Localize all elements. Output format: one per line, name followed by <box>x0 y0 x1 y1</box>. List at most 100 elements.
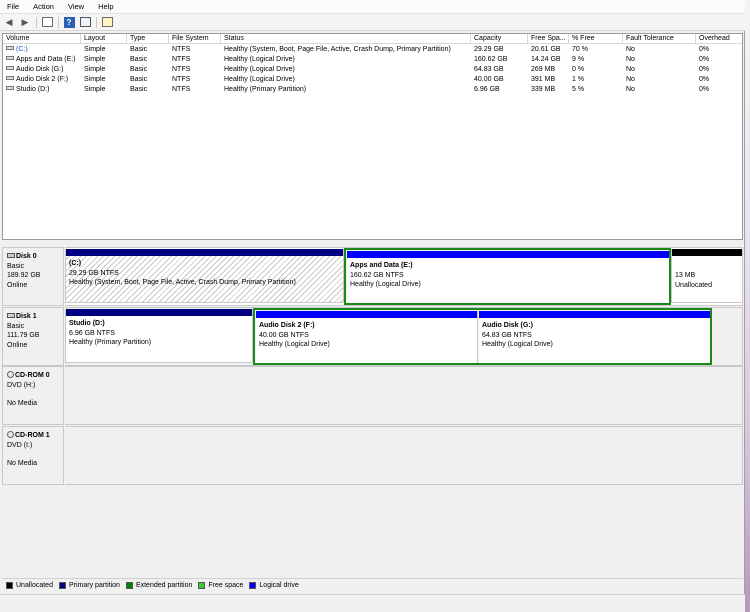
partition-text: (C:) 29.29 GB NTFS Healthy (System, Boot… <box>69 259 296 288</box>
volume-name: Audio Disk (G:) <box>16 66 64 73</box>
forward-arrow-icon[interactable]: ▶ <box>19 16 31 28</box>
logical-drive-bar <box>347 251 669 258</box>
column-header-volume[interactable]: Volume <box>3 34 81 44</box>
volume-row[interactable]: Audio Disk 2 (F:) Simple Basic NTFS Heal… <box>3 75 742 85</box>
primary-partition-bar <box>66 249 343 256</box>
menu-action[interactable]: Action <box>26 0 61 14</box>
help-icon[interactable]: ? <box>63 16 75 28</box>
menu-help[interactable]: Help <box>91 0 120 14</box>
logical-drive-bar <box>256 311 477 318</box>
disk-map-pane: Disk 0 Basic 189.92 GB Online (C:) 29.29… <box>2 244 743 584</box>
partition-status: Unallocated <box>675 281 712 289</box>
volume-name-cell: Apps and Data (E:) <box>3 55 81 65</box>
partition-status: Healthy (Logical Drive) <box>482 341 553 348</box>
unallocated-bar <box>672 249 742 256</box>
disk-row: CD-ROM 1 DVD (I:) No Media <box>2 426 743 486</box>
volume-list-header: Volume Layout Type File System Status Ca… <box>3 34 742 44</box>
layout-cell: Simple <box>84 86 106 93</box>
disk-type: Basic <box>7 322 25 330</box>
partition-d[interactable]: Studio (D:) 6.96 GB NTFS Healthy (Primar… <box>65 309 253 363</box>
partition-g[interactable]: Audio Disk (G:) 64.83 GB NTFS Healthy (L… <box>479 311 710 363</box>
volume-row[interactable]: Audio Disk (G:) Simple Basic NTFS Health… <box>3 65 742 75</box>
fault-tolerance-cell: No <box>626 76 635 83</box>
status-cell: Healthy (Logical Drive) <box>224 56 295 63</box>
overhead-cell: 0% <box>699 76 710 83</box>
volume-row[interactable]: Studio (D:) Simple Basic NTFS Healthy (P… <box>3 85 742 95</box>
legend-label: Unallocated <box>16 582 53 589</box>
layout-cell: Simple <box>84 76 106 83</box>
column-header-percent-free[interactable]: % Free <box>569 34 623 44</box>
partition-size: 6.96 GB NTFS <box>69 329 115 337</box>
status-cell: Healthy (System, Boot, Page File, Active… <box>224 46 451 53</box>
column-header-fault-tolerance[interactable]: Fault Tolerance <box>623 34 696 44</box>
status-cell: Healthy (Primary Partition) <box>224 86 307 93</box>
partition-status: Healthy (Logical Drive) <box>350 281 421 288</box>
disk-type: Basic <box>7 262 25 270</box>
column-header-free-space[interactable]: Free Spa... <box>528 34 569 44</box>
volume-list: Volume Layout Type File System Status Ca… <box>2 33 743 240</box>
layout-cell: Simple <box>84 56 106 63</box>
partition-name: Apps and Data (E:) <box>350 262 413 269</box>
free-space-cell: 269 MB <box>531 66 556 73</box>
drive-icon <box>6 46 14 50</box>
volume-row[interactable]: Apps and Data (E:) Simple Basic NTFS Hea… <box>3 55 742 65</box>
drive-icon <box>6 56 14 60</box>
status-cell: Healthy (Logical Drive) <box>224 66 295 73</box>
back-arrow-icon[interactable]: ◀ <box>3 16 15 28</box>
partition-name: (C:) <box>69 260 82 267</box>
unallocated-space[interactable]: 13 MB Unallocated <box>671 249 743 303</box>
volume-name-cell: Audio Disk 2 (F:) <box>3 75 81 85</box>
volume-name: (C:) <box>16 46 28 53</box>
column-header-capacity[interactable]: Capacity <box>471 34 528 44</box>
type-cell: Basic <box>130 86 148 93</box>
column-header-status[interactable]: Status <box>221 34 471 44</box>
free-space-cell: 20.61 GB <box>531 46 561 53</box>
overhead-cell: 0% <box>699 86 710 93</box>
menu-file[interactable]: File <box>0 0 26 14</box>
fault-tolerance-cell: No <box>626 56 635 63</box>
column-header-overhead[interactable]: Overhead <box>696 34 742 44</box>
logical-drive-bar <box>479 311 710 318</box>
disk-name: CD-ROM 1 <box>15 432 50 439</box>
column-header-file-system[interactable]: File System <box>169 34 221 44</box>
partition-size: 29.29 GB NTFS <box>69 269 119 277</box>
partition-name: Audio Disk (G:) <box>482 322 533 329</box>
disk-type: DVD (I:) <box>7 441 33 449</box>
disk-label[interactable]: CD-ROM 0 DVD (H:) No Media <box>2 366 64 425</box>
fault-tolerance-cell: No <box>626 86 635 93</box>
disk-status: No Media <box>7 460 37 467</box>
disk-label[interactable]: Disk 1 Basic 111.79 GB Online <box>2 307 64 366</box>
disk-settings-icon[interactable] <box>101 16 113 28</box>
partition-status: Healthy (System, Boot, Page File, Active… <box>69 279 296 286</box>
column-header-type[interactable]: Type <box>127 34 169 44</box>
drive-icon <box>6 86 14 90</box>
column-header-layout[interactable]: Layout <box>81 34 127 44</box>
drive-icon <box>6 76 14 80</box>
partition-e[interactable]: Apps and Data (E:) 160.62 GB NTFS Health… <box>347 251 669 303</box>
layout-cell: Simple <box>84 46 106 53</box>
partition-text: Audio Disk (G:) 64.83 GB NTFS Healthy (L… <box>482 321 553 350</box>
file-system-cell: NTFS <box>172 46 191 53</box>
disk-label[interactable]: Disk 0 Basic 189.92 GB Online <box>2 247 64 306</box>
type-cell: Basic <box>130 56 148 63</box>
properties-icon[interactable] <box>79 16 91 28</box>
partition-c[interactable]: (C:) 29.29 GB NTFS Healthy (System, Boot… <box>65 249 344 303</box>
partition-f[interactable]: Audio Disk 2 (F:) 40.00 GB NTFS Healthy … <box>256 311 478 363</box>
toolbar-separator <box>36 16 37 28</box>
legend-item: Logical drive <box>249 582 299 589</box>
primary-partition-bar <box>66 309 252 316</box>
volume-name-cell: (C:) <box>3 45 81 55</box>
disk-name: Disk 0 <box>16 253 37 260</box>
overhead-cell: 0% <box>699 66 710 73</box>
console-tree-icon[interactable] <box>41 16 53 28</box>
menu-view[interactable]: View <box>61 0 91 14</box>
legend-label: Extended partition <box>135 582 193 589</box>
disk-label[interactable]: CD-ROM 1 DVD (I:) No Media <box>2 426 64 485</box>
overhead-cell: 0% <box>699 56 710 63</box>
disk-partition-area <box>65 426 743 485</box>
hard-disk-icon <box>7 313 15 318</box>
volume-row[interactable]: (C:) Simple Basic NTFS Healthy (System, … <box>3 45 742 55</box>
status-cell: Healthy (Logical Drive) <box>224 76 295 83</box>
capacity-cell: 160.62 GB <box>474 56 508 63</box>
capacity-cell: 29.29 GB <box>474 46 504 53</box>
